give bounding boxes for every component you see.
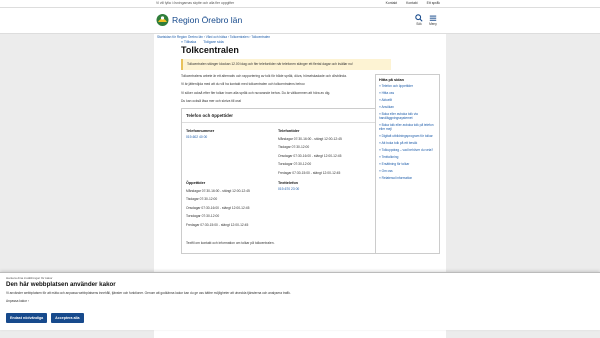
open-time-row: Onsdagar 07:30-16:00 - stängt 12:00-12:4…: [186, 205, 250, 210]
top-links: Kontakt Kontakt Ett språk: [386, 1, 440, 5]
phone-time-row: Fredagar 07:30-15:00 - stängt 12:00-12:4…: [278, 170, 341, 175]
cookie-description: Vi använder webbplatsen för att mäta och…: [6, 291, 291, 295]
phone-time-row: Måndagar 07:30-16:00 - stängt 12:00-12:4…: [278, 136, 342, 141]
top-message: Vi vill fylla i övningarnas skytte och a…: [156, 1, 235, 5]
on-page-link[interactable]: » Aktuellt: [379, 98, 436, 102]
on-page-link[interactable]: » Boka tolk eller avboka tolk på telefon…: [379, 123, 436, 131]
on-page-link[interactable]: » Telefon och öppettider: [379, 84, 436, 88]
phone-heading: Telefonnummer: [186, 128, 215, 133]
notice-box: Tolkcentralen stänger klockan 12.00 idag…: [181, 59, 391, 70]
open-time-row: Tisdagar 07:30-12:00: [186, 197, 218, 202]
back-links: « Tillbaka Tidigare sida: [181, 40, 391, 44]
phone-time-row: Torsdagar 07:30-12:00: [278, 162, 312, 167]
on-page-link[interactable]: » Boka eller avboka tolk via handläggnin…: [379, 112, 436, 120]
on-page-link[interactable]: » Ersättning för tolkar: [379, 162, 436, 166]
accept-all-button[interactable]: Acceptera alla: [51, 313, 84, 323]
page-title: Tolkcentralen: [181, 45, 239, 55]
phone-number-link[interactable]: 019-602 40 00: [186, 135, 207, 139]
intro-paragraph: Tolkcentralens arbete är ett alternativ …: [181, 73, 347, 78]
on-page-link[interactable]: » Texttolkning: [379, 155, 436, 159]
phone-accordion: Telefon och öppettider ⌃ Telefonnummer 0…: [181, 107, 391, 254]
previous-link[interactable]: Tidigare sida: [203, 40, 223, 44]
cookie-buttons: Endast nödvändiga Acceptera alla: [6, 313, 84, 323]
paragraph-4: Du kan också läsa mer och skriva till os…: [181, 99, 242, 104]
necessary-only-button[interactable]: Endast nödvändiga: [6, 313, 48, 323]
accordion-header[interactable]: Telefon och öppettider ⌃: [182, 109, 390, 123]
textphone-link[interactable]: 019-670 23 00: [278, 187, 299, 191]
logo-text: Region Örebro län: [172, 15, 243, 25]
phone-time-row: Tisdagar 07:30-12:00: [278, 145, 310, 150]
open-time-row: Måndagar 07:30-16:00 - stängt 12:00-12:4…: [186, 188, 250, 193]
open-times-block: Öppettider Måndagar 07:30-16:00 - stängt…: [186, 181, 276, 230]
cookie-title: Den här webbplatsen använder kakor: [6, 281, 116, 288]
search-icon: [415, 14, 423, 22]
search-button[interactable]: Sök: [412, 14, 426, 26]
on-page-link[interactable]: » Hitta oss: [379, 91, 436, 95]
top-link-3[interactable]: Ett språk: [427, 1, 440, 5]
cookie-banner: Hantera dina inställningar för kakor Den…: [0, 272, 600, 330]
paragraph-2: Vi är jättenöjda med att du vill ha kont…: [181, 82, 306, 87]
on-page-link[interactable]: » Ansökan: [379, 105, 436, 109]
back-link[interactable]: « Tillbaka: [181, 40, 196, 44]
phone-number-block: Telefonnummer 019-602 40 00: [186, 129, 276, 139]
top-link-1[interactable]: Kontakt: [386, 1, 398, 5]
on-page-link[interactable]: » Tolkuppdrag – vad behöver du veta?: [379, 148, 436, 152]
footnote: Textfil om kontakt och information om to…: [186, 240, 275, 245]
accordion-body: Telefonnummer 019-602 40 00 Telefontider…: [182, 123, 390, 253]
phone-time-row: Onsdagar 07:30-16:00 - stängt 12:00-12:4…: [278, 153, 342, 158]
on-page-link[interactable]: » Att boka tolk på ett besök: [379, 141, 436, 145]
phone-times-block: Telefontider Måndagar 07:30-16:00 - stän…: [278, 129, 368, 178]
on-page-link[interactable]: » Digitalt utbildningsprogram för tolkar: [379, 134, 436, 138]
hamburger-icon: [429, 15, 437, 21]
customize-cookies-link[interactable]: Anpassa kakor ›: [6, 299, 29, 303]
main-column: « Tillbaka Tidigare sida Tolkcentralen T…: [181, 40, 391, 254]
open-time-row: Torsdagar 07:30-12:00: [186, 214, 220, 219]
site-logo[interactable]: Region Örebro län: [156, 13, 242, 27]
textphone-heading: Texttelefon: [278, 180, 298, 185]
menu-label: Meny: [429, 22, 437, 26]
breadcrumb[interactable]: Startsidan för Region Örebro län › Vård …: [157, 35, 270, 39]
on-page-nav-title: Hitta på sidan: [379, 78, 404, 82]
paragraph-3: Vi söker också efter fler tolkar inom al…: [181, 90, 331, 95]
accordion-title: Telefon och öppettider: [186, 112, 233, 118]
search-label: Sök: [416, 22, 422, 26]
site-header: Region Örebro län Sök Meny: [0, 8, 600, 34]
on-page-nav: Hitta på sidan » Telefon och öppettider …: [375, 74, 440, 254]
cookie-settings-label: Hantera dina inställningar för kakor: [6, 276, 53, 280]
on-page-link[interactable]: » Relaterad information: [379, 176, 436, 180]
top-info-bar: Vi vill fylla i övningarnas skytte och a…: [0, 0, 600, 8]
logo-icon: [156, 14, 169, 26]
phone-times-heading: Telefontider: [278, 128, 300, 133]
on-page-link[interactable]: » Om oss: [379, 169, 436, 173]
open-time-row: Fredagar 07:30-15:00 - stängt 12:00-12:4…: [186, 222, 249, 227]
top-link-2[interactable]: Kontakt: [406, 1, 418, 5]
textphone-block: Texttelefon 019-670 23 00: [278, 181, 368, 191]
menu-button[interactable]: Meny: [426, 14, 440, 26]
open-heading: Öppettider: [186, 180, 206, 185]
